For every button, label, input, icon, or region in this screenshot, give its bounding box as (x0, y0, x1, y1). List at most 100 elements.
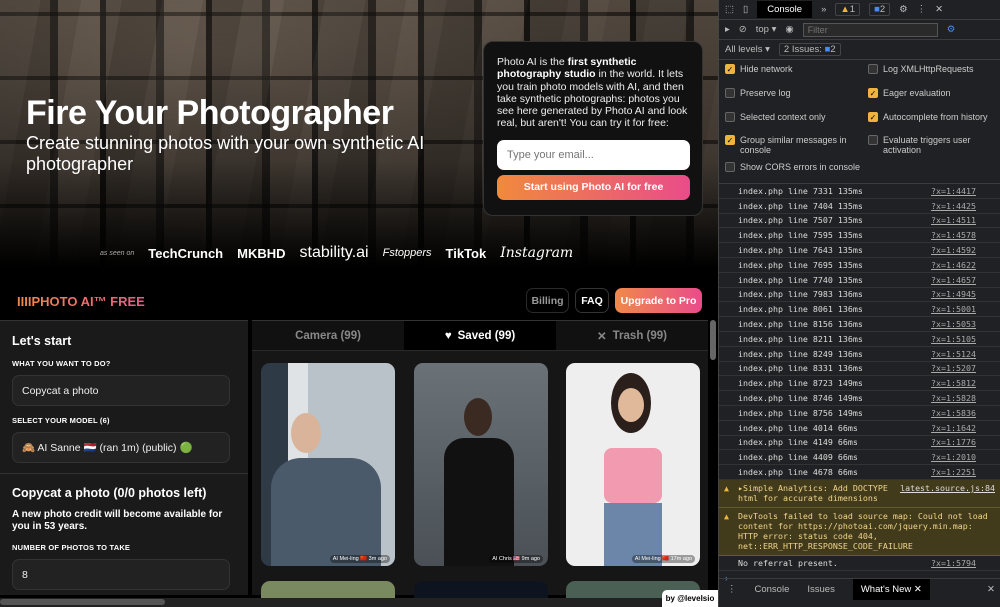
option-checkbox[interactable]: ✓ Autocomplete from history (868, 111, 1000, 133)
email-input[interactable] (497, 139, 690, 170)
start-free-button[interactable]: Start using Photo AI for free (497, 174, 690, 200)
drawer-tab-console[interactable]: Console (755, 584, 790, 595)
source-link[interactable]: ?x=1:5836 (931, 408, 976, 418)
eye-icon[interactable]: ◉ (785, 24, 793, 35)
option-checkbox[interactable]: Show CORS errors in console (725, 162, 868, 183)
context-select[interactable]: top ▾ (756, 24, 777, 35)
levels-select[interactable]: All levels ▾ (725, 44, 770, 55)
top-nav: IIIIPHOTO AI™ FREE Billing FAQ Upgrade t… (0, 285, 718, 317)
num-photos-input[interactable]: 8 (12, 559, 230, 590)
console-log-row: index.php line 8061 136ms ?x=1:5001 (719, 302, 1000, 318)
source-link[interactable]: ?x=1:2010 (931, 452, 976, 462)
close-drawer-icon[interactable]: ✕ (987, 584, 995, 595)
tab-console[interactable]: Console (757, 1, 813, 18)
photo-card[interactable]: AI Mei-ling 🇨🇳 3m ago (261, 363, 395, 566)
clear-console-icon[interactable]: ⊘ (739, 24, 747, 35)
console-log-row: index.php line 8211 136ms ?x=1:5105 (719, 332, 1000, 347)
tab-saved[interactable]: ♥ Saved (99) (404, 321, 556, 350)
faq-button[interactable]: FAQ (575, 288, 609, 313)
option-checkbox[interactable]: Preserve log (725, 87, 868, 109)
more-drawer-icon[interactable]: ⋮ (727, 584, 737, 595)
console-log-row: No referral present. ?x=1:5794 (719, 556, 1000, 571)
filter-input[interactable] (802, 22, 938, 37)
source-link[interactable]: ?x=1:4657 (931, 275, 976, 285)
source-link[interactable]: ?x=1:1776 (931, 437, 976, 447)
signup-description: Photo AI is the first synthetic photogra… (497, 56, 688, 130)
checkbox[interactable]: ✓ (725, 64, 735, 74)
checkbox[interactable]: ✓ (868, 111, 878, 122)
tab-trash[interactable]: ✕ Trash (99) (556, 321, 708, 350)
tiktok-logo: TikTok (445, 245, 487, 261)
console-log-row: index.php line 7695 135ms ?x=1:4622 (719, 258, 1000, 273)
option-checkbox[interactable]: Selected context only (725, 111, 868, 133)
model-select[interactable]: 🙈 AI Sanne 🇳🇱 (ran 1m) (public) 🟢 (12, 432, 230, 463)
checkbox[interactable] (725, 87, 735, 98)
option-checkbox[interactable]: ✓ Eager evaluation (868, 87, 1000, 109)
vertical-scrollbar[interactable] (710, 320, 716, 360)
issues-badge[interactable]: ■2 (869, 3, 891, 16)
checkbox[interactable]: ✓ (868, 87, 878, 98)
source-link[interactable]: ?x=1:4417 (931, 186, 976, 196)
photo-card[interactable]: AI Mei-ling 🇨🇳 17m ago (566, 363, 700, 566)
source-link[interactable]: ?x=1:5124 (931, 349, 976, 359)
close-icon[interactable]: ✕ (935, 4, 943, 15)
warning-icon: ▲ (724, 482, 729, 493)
photo-caption: AI Chris 🇺🇸 9m ago (489, 555, 543, 563)
source-link[interactable]: ?x=1:4511 (931, 215, 976, 225)
option-checkbox[interactable]: Evaluate triggers user activation (868, 135, 1000, 159)
more-menu-icon[interactable]: ⋮ (917, 4, 927, 15)
techcrunch-logo: TechCrunch (148, 245, 224, 261)
checkbox[interactable] (868, 64, 878, 74)
source-link[interactable]: ?x=1:5001 (931, 304, 976, 314)
signup-box: Photo AI is the first synthetic photogra… (483, 41, 703, 216)
checkbox[interactable] (725, 162, 735, 173)
source-link[interactable]: ?x=1:4425 (931, 201, 976, 211)
source-link[interactable]: ?x=1:4622 (931, 260, 976, 270)
action-select[interactable]: Copycat a photo (12, 375, 230, 406)
source-link[interactable]: ?x=1:4592 (931, 245, 976, 255)
upgrade-button[interactable]: Upgrade to Pro (615, 288, 702, 313)
console-log-row: index.php line 4678 66ms ?x=1:2251 (719, 465, 1000, 480)
inspect-icon[interactable]: ⬚ (725, 4, 734, 15)
heart-icon: ♥ (444, 329, 452, 342)
console-log-row: index.php line 8746 149ms ?x=1:5828 (719, 391, 1000, 406)
num-photos-label: NUMBER OF PHOTOS TO TAKE (12, 543, 131, 552)
source-link[interactable]: ?x=1:5105 (931, 334, 976, 344)
section-title: Copycat a photo (0/0 photos left) (12, 486, 207, 500)
console-log-row: index.php line 8249 136ms ?x=1:5124 (719, 347, 1000, 362)
source-link[interactable]: ?x=1:2251 (931, 467, 976, 477)
console-log-row: index.php line 4014 66ms ?x=1:1642 (719, 421, 1000, 436)
source-link[interactable]: ?x=1:1642 (931, 423, 976, 433)
checkbox[interactable] (868, 135, 878, 146)
console-settings-icon[interactable]: ⚙ (947, 24, 956, 35)
tab-camera[interactable]: Camera (99) (252, 321, 404, 350)
console-warning: ▲ DevTools failed to load source map: Cou… (719, 507, 1000, 556)
billing-button[interactable]: Billing (526, 288, 569, 313)
warnings-badge[interactable]: ▲1 (835, 3, 861, 16)
photo-card[interactable]: AI Chris 🇺🇸 9m ago (414, 363, 548, 566)
checkbox[interactable]: ✓ (725, 135, 735, 146)
source-link[interactable]: ?x=1:5828 (931, 393, 976, 403)
device-toggle-icon[interactable]: ▯ (743, 4, 748, 15)
more-tabs-icon[interactable]: » (821, 4, 826, 15)
sidebar-heading: Let's start (12, 334, 72, 348)
source-link[interactable]: latest.source.js:84 (900, 483, 995, 493)
source-link[interactable]: ?x=1:4945 (931, 289, 976, 299)
photo-ai-logo[interactable]: IIIIPHOTO AI™ FREE (17, 294, 145, 309)
option-checkbox[interactable]: ✓ Group similar messages in console (725, 135, 868, 159)
console-log-row: index.php line 4149 66ms ?x=1:1776 (719, 436, 1000, 451)
horizontal-scrollbar[interactable] (0, 598, 718, 607)
source-link[interactable]: ?x=1:5053 (931, 319, 976, 329)
byline-badge[interactable]: by @levelsio (662, 590, 718, 607)
source-link[interactable]: ?x=1:4578 (931, 230, 976, 240)
source-link[interactable]: ?x=1:5812 (931, 378, 976, 388)
drawer-tab-issues[interactable]: Issues (807, 584, 834, 595)
settings-icon[interactable]: ⚙ (899, 4, 908, 15)
option-checkbox[interactable]: ✓ Hide network (725, 64, 868, 85)
issues-button[interactable]: 2 Issues: ■2 (778, 43, 841, 56)
source-link[interactable]: ?x=1:5207 (931, 363, 976, 373)
drawer-tab-whats-new[interactable]: What's New ✕ (852, 579, 930, 600)
option-checkbox[interactable]: Log XMLHttpRequests (868, 64, 1000, 85)
sidebar-toggle-icon[interactable]: ▸ (725, 24, 730, 35)
checkbox[interactable] (725, 111, 735, 122)
